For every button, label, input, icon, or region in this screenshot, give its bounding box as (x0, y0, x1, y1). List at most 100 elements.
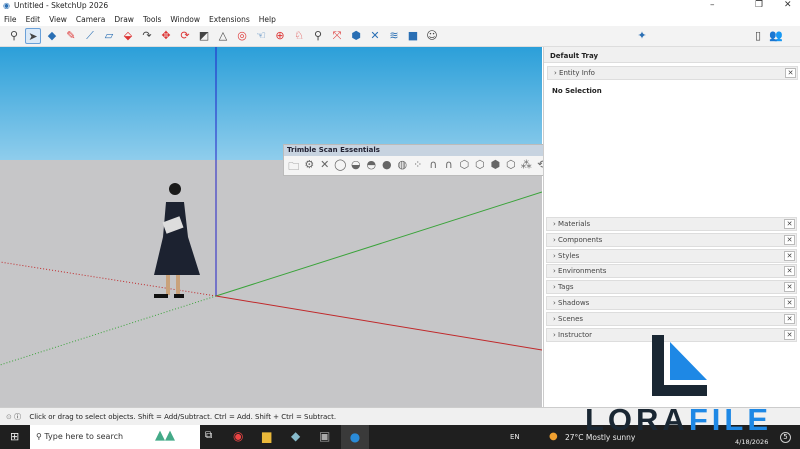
rectangle-icon[interactable]: ▱ (101, 28, 117, 44)
geo-icon[interactable]: ⊙ (6, 413, 12, 421)
close-icon[interactable]: ✕ (784, 235, 795, 245)
menu-edit[interactable]: Edit (26, 15, 41, 24)
hex-dot-icon[interactable]: ⬢ (488, 158, 504, 177)
gear-icon[interactable]: ⚙ (302, 158, 318, 177)
hex-cloud-icon[interactable]: ⬡ (472, 158, 488, 177)
status-text: Click or drag to select objects. Shift =… (29, 413, 337, 421)
watermark-file: FILE (688, 402, 772, 437)
menu-camera[interactable]: Camera (76, 15, 105, 24)
watermark-text: LORAFILE (585, 402, 772, 438)
close-icon[interactable]: ✕ (784, 314, 795, 324)
panel-label: Entity Info (559, 69, 595, 77)
chevron-icon: › (553, 331, 556, 339)
panel-label: Shadows (558, 299, 590, 307)
3d-viewport[interactable] (0, 47, 542, 407)
zoom-icon[interactable]: ⚲ (310, 28, 326, 44)
extension-icon[interactable]: ✕ (367, 28, 383, 44)
follow-me-icon[interactable]: ↷ (139, 28, 155, 44)
scale-icon[interactable]: ◩ (196, 28, 212, 44)
section-icon[interactable]: ⊕ (272, 28, 288, 44)
line-icon[interactable]: ⟋ (82, 28, 98, 44)
close-icon[interactable]: ✕ (784, 282, 795, 292)
notepad-icon[interactable]: ◆ (291, 429, 300, 443)
menu-help[interactable]: Help (259, 15, 276, 24)
windows-start-icon[interactable]: ⊞ (10, 430, 19, 443)
panel-materials[interactable]: › Materials ✕ (546, 217, 797, 231)
drop-half-icon[interactable]: ◒ (348, 158, 364, 177)
orbit-icon[interactable]: ◎ (234, 28, 250, 44)
tray-title: Default Tray (544, 47, 800, 63)
search-placeholder: Type here to search (44, 432, 124, 441)
layers-icon[interactable]: ≋ (386, 28, 402, 44)
green-axis (215, 191, 542, 297)
close-icon[interactable]: ✕ (784, 298, 795, 308)
ai-sparkle-icon[interactable]: ✦ (634, 28, 650, 44)
sketchup-logo-icon: ◉ (3, 1, 10, 10)
pan-icon[interactable]: ☜ (253, 28, 269, 44)
drop-full-icon[interactable]: ● (379, 158, 395, 177)
account-icon[interactable]: ☺ (424, 28, 440, 44)
menu-draw[interactable]: Draw (114, 15, 134, 24)
watermark-lora: LORA (585, 402, 689, 437)
search-icon[interactable]: ⚲ (6, 28, 22, 44)
info-icon[interactable]: ⓘ (14, 413, 21, 421)
chevron-icon: › (553, 283, 556, 291)
hex-cube-icon[interactable]: ⬡ (457, 158, 473, 177)
terminal-icon[interactable]: ▣ (319, 429, 330, 443)
zoom-extents-icon[interactable]: ⤧ (329, 28, 345, 44)
push-pull-icon[interactable]: ⬙ (120, 28, 136, 44)
panel-environments[interactable]: › Environments ✕ (546, 264, 797, 278)
drop-mostly-icon[interactable]: ◓ (364, 158, 380, 177)
panel-entity-info[interactable]: › Entity Info ✕ (547, 66, 798, 80)
panel-components[interactable]: › Components ✕ (546, 233, 797, 247)
select-icon[interactable]: ➤ (25, 28, 41, 44)
panel-scenes[interactable]: › Scenes ✕ (546, 312, 797, 326)
panel-shadows[interactable]: › Shadows ✕ (546, 296, 797, 310)
sketchup-taskbar-icon[interactable]: ● (341, 425, 369, 449)
panel-label: Materials (558, 220, 591, 228)
drop-empty-icon[interactable]: ◯ (333, 158, 349, 177)
users-icon[interactable]: 👥 (768, 28, 784, 44)
eraser-icon[interactable]: ◆ (44, 28, 60, 44)
new-document-icon[interactable]: ▯ (750, 28, 766, 44)
menu-file[interactable]: File (4, 15, 17, 24)
close-icon[interactable]: ✕ (785, 68, 796, 78)
close-icon[interactable]: ✕ (784, 219, 795, 229)
chat-icon[interactable]: ■ (405, 28, 421, 44)
tape-icon[interactable]: △ (215, 28, 231, 44)
scatter-icon[interactable]: ⁂ (519, 158, 535, 177)
close-icon[interactable]: ✕ (784, 266, 795, 276)
menu-extensions[interactable]: Extensions (209, 15, 250, 24)
menu-bar: File Edit View Camera Draw Tools Window … (0, 12, 800, 26)
restore-button[interactable]: ❐ (755, 0, 763, 10)
walk-icon[interactable]: ♘ (291, 28, 307, 44)
close-icon[interactable]: ✕ (784, 251, 795, 261)
menu-window[interactable]: Window (170, 15, 200, 24)
menu-tools[interactable]: Tools (143, 15, 161, 24)
close-button[interactable]: ✕ (784, 0, 792, 10)
panel-styles[interactable]: › Styles ✕ (546, 249, 797, 263)
axes (0, 47, 542, 366)
chevron-icon: › (553, 315, 556, 323)
warehouse-icon[interactable]: ⬢ (348, 28, 364, 44)
entity-selection: No Selection (552, 87, 602, 95)
window-title: Untitled - SketchUp 2026 (14, 1, 109, 10)
rotate-icon[interactable]: ⟳ (177, 28, 193, 44)
menu-view[interactable]: View (49, 15, 67, 24)
magnet-icon[interactable]: ∩ (426, 158, 442, 177)
chevron-icon: › (553, 299, 556, 307)
x-icon[interactable]: ✕ (317, 158, 333, 177)
chrome-icon[interactable]: ◉ (233, 429, 243, 443)
hex-ring-icon[interactable]: ⬡ (503, 158, 519, 177)
panel-tags[interactable]: › Tags ✕ (546, 280, 797, 294)
language-indicator[interactable]: EN (510, 433, 520, 441)
task-view-icon[interactable]: ⧉ (205, 430, 212, 441)
points-icon[interactable]: ⁘ (410, 158, 426, 177)
drop-hatched-icon[interactable]: ◍ (395, 158, 411, 177)
file-explorer-icon[interactable]: ▆ (262, 429, 271, 443)
magnet-alt-icon[interactable]: ∩ (441, 158, 457, 177)
minimize-button[interactable]: – (710, 0, 715, 10)
move-icon[interactable]: ✥ (158, 28, 174, 44)
folder-icon[interactable]: 🗀 (286, 158, 302, 177)
pencil-icon[interactable]: ✎ (63, 28, 79, 44)
